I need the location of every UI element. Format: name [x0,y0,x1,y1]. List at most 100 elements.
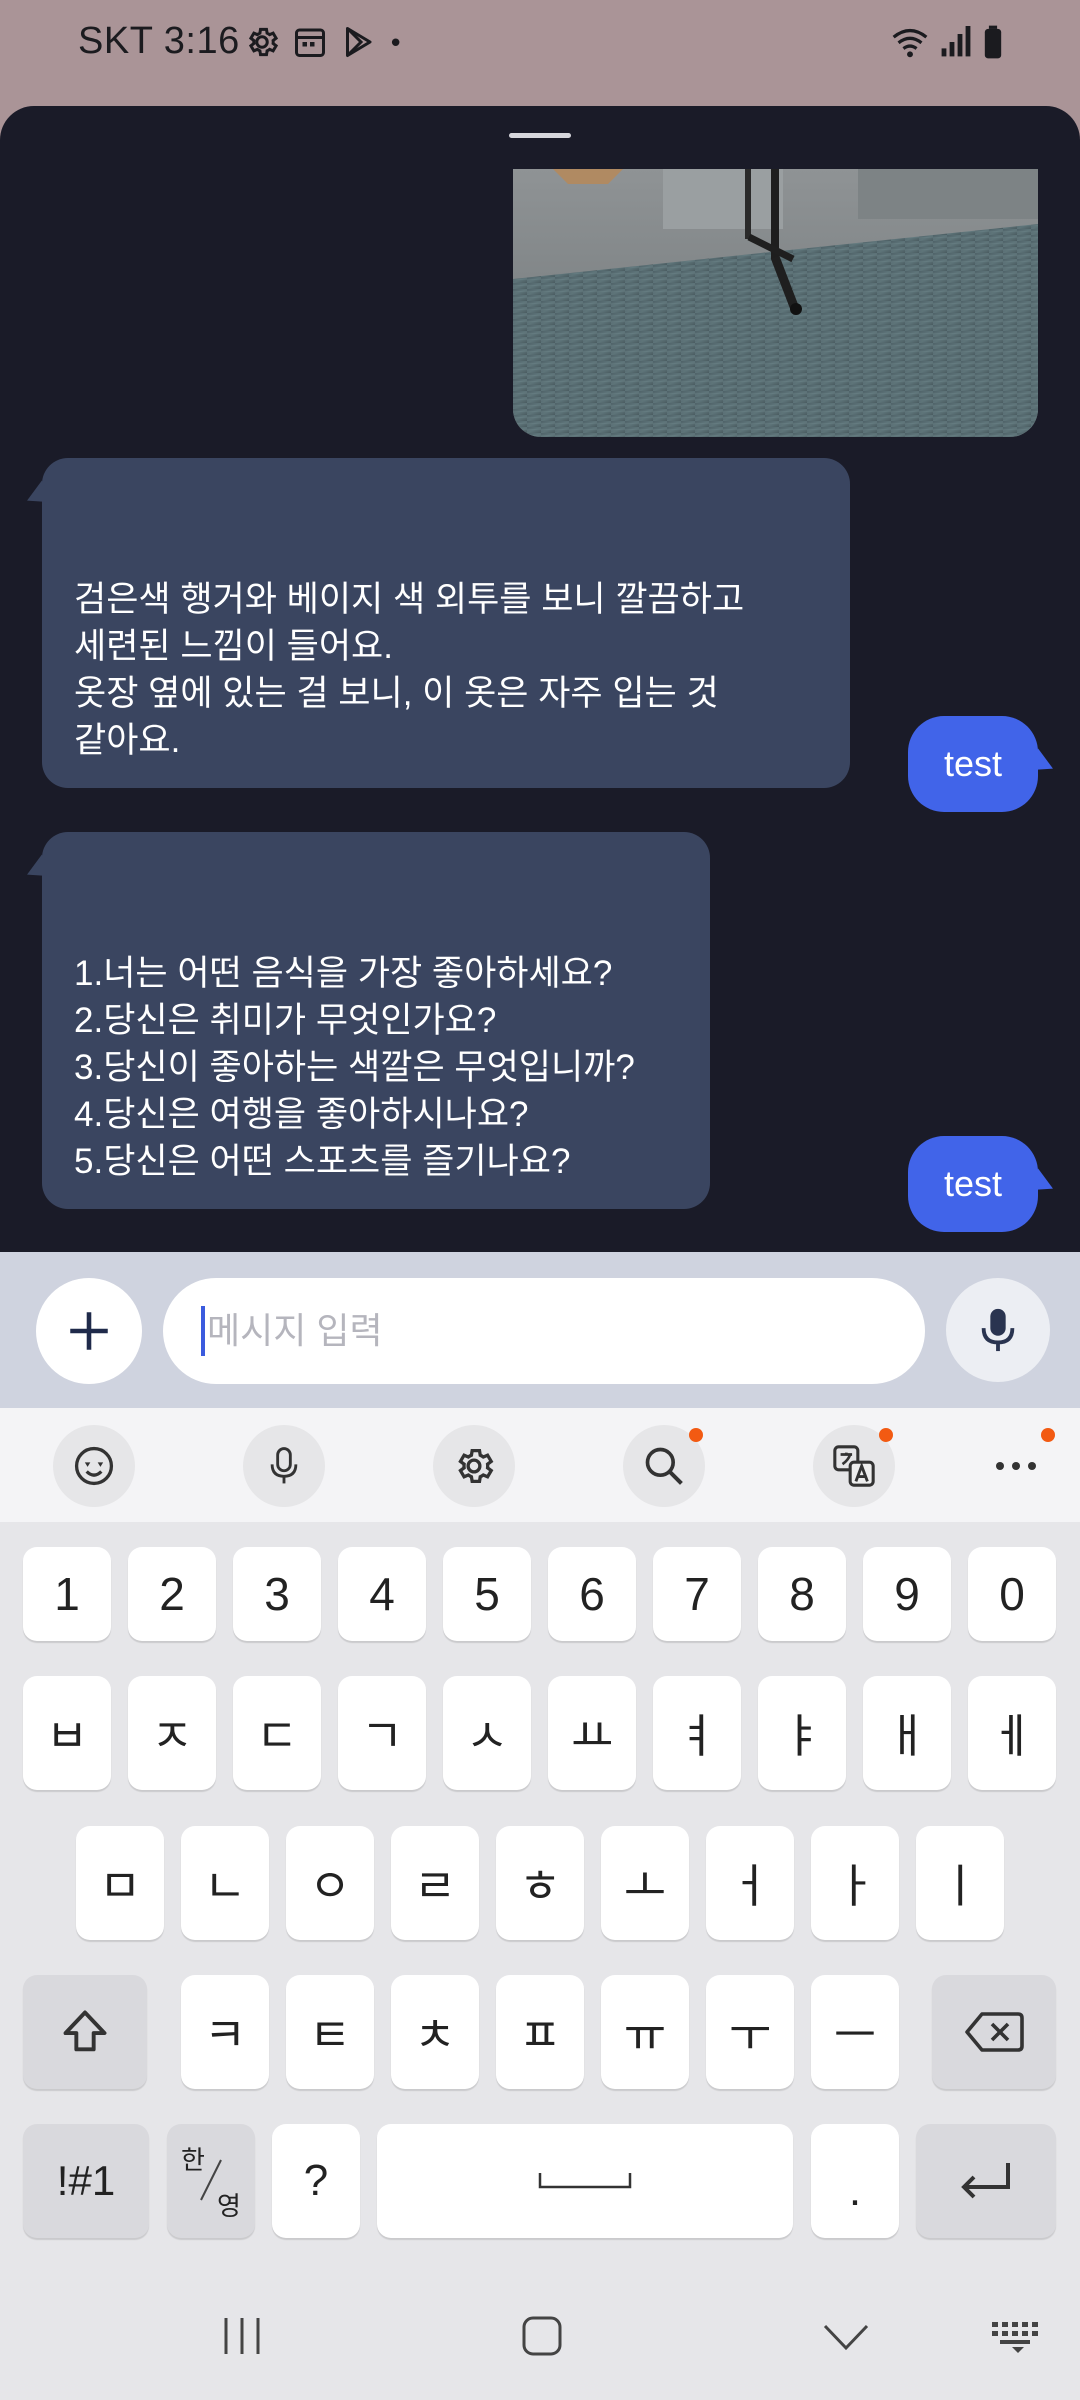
enter-key[interactable] [916,2124,1056,2238]
space-icon [538,2173,632,2189]
key-yo[interactable]: ㅛ [548,1676,636,1790]
navigation-bar [0,2268,1080,2400]
play-store-icon [340,24,376,64]
bubble-tail [1027,1168,1059,1200]
keyboard-settings-button[interactable] [433,1425,515,1507]
calendar-icon [292,24,328,64]
key-0[interactable]: 0 [968,1547,1056,1641]
plus-icon [70,1312,108,1350]
back-chevron-down-icon[interactable] [822,2322,870,2352]
dot-icon: • [388,29,404,59]
key-a[interactable]: ㅏ [811,1826,899,1940]
key-u[interactable]: ㅜ [706,1975,794,2089]
key-digeut[interactable]: ㄷ [233,1676,321,1790]
more-badge [1041,1428,1055,1442]
user-message-text: test [943,743,1003,784]
emoji-sticker-icon [74,1446,114,1486]
bubble-tail [21,854,53,886]
key-yu[interactable]: ㅠ [601,1975,689,2089]
bot-message-text: 1.너는 어떤 음식을 가장 좋아하세요? 2.당신은 취미가 무엇인가요? 3… [74,954,635,1181]
key-jieut[interactable]: ㅈ [128,1676,216,1790]
bot-message-text: 검은색 행거와 베이지 색 외투를 보니 깔끔하고 세련된 느낌이 들어요. 옷… [74,580,745,760]
key-7[interactable]: 7 [653,1547,741,1641]
key-nieun[interactable]: ㄴ [181,1826,269,1940]
voice-input-button[interactable] [243,1425,325,1507]
keyboard-switch-icon[interactable] [990,2320,1046,2356]
key-3[interactable]: 3 [233,1547,321,1641]
key-6[interactable]: 6 [548,1547,636,1641]
symbols-key[interactable]: !#1 [23,2124,149,2238]
text-cursor [201,1306,205,1356]
status-icons-right [890,24,1004,64]
key-4[interactable]: 4 [338,1547,426,1641]
user-message-text: test [943,1163,1003,1204]
keyboard-toolbar [0,1408,1080,1522]
key-9[interactable]: 9 [863,1547,951,1641]
message-input[interactable] [163,1278,925,1384]
shift-icon [63,2010,107,2052]
recent-apps-icon[interactable] [220,2316,264,2356]
home-icon[interactable] [520,2314,564,2358]
key-rieul[interactable]: ㄹ [391,1826,479,1940]
bot-message: 1.너는 어떤 음식을 가장 좋아하세요? 2.당신은 취미가 무엇인가요? 3… [21,832,710,1209]
key-eu[interactable]: ㅡ [811,1975,899,2089]
settings-icon [458,1448,494,1484]
settings-icon [244,24,280,64]
key-eo[interactable]: ㅓ [706,1826,794,1940]
key-pieup[interactable]: ㅍ [496,1975,584,2089]
question-key[interactable]: ? [272,2124,360,2238]
space-key[interactable] [377,2124,793,2238]
voice-button[interactable] [946,1278,1050,1382]
status-icons-left: • [244,24,403,64]
more-icon [996,1462,1036,1470]
chat-sheet: 검은색 행거와 베이지 색 외투를 보니 깔끔하고 세련된 느낌이 들어요. 옷… [0,106,1080,1252]
key-giyeok[interactable]: ㄱ [338,1676,426,1790]
key-8[interactable]: 8 [758,1547,846,1641]
key-bieup[interactable]: ㅂ [23,1676,111,1790]
enter-icon [961,2163,1010,2199]
language-key-bottom: 영 [217,2191,241,2221]
bubble-tail [21,480,53,512]
translate-badge [879,1428,893,1442]
key-siot[interactable]: ㅅ [443,1676,531,1790]
period-key[interactable]: . [811,2124,899,2238]
key-2[interactable]: 2 [128,1547,216,1641]
microphone-icon [981,1308,1015,1352]
search-badge [689,1428,703,1442]
key-5[interactable]: 5 [443,1547,531,1641]
user-message: test [908,716,1059,812]
signal-icon [940,24,972,64]
voice-input-icon [270,1447,298,1484]
keyboard: 1 2 3 4 5 6 7 8 9 0 ㅂ ㅈ ㄷ ㄱ ㅅ ㅛ ㅕ ㅑ ㅐ ㅔ … [0,1408,1080,2400]
carrier-time: SKT 3:16 [78,20,240,62]
key-e[interactable]: ㅔ [968,1676,1056,1790]
key-kieuk[interactable]: ㅋ [181,1975,269,2089]
key-chieut[interactable]: ㅊ [391,1975,479,2089]
key-ieung[interactable]: ㅇ [286,1826,374,1940]
battery-icon [982,24,1004,64]
key-ya[interactable]: ㅑ [758,1676,846,1790]
bot-message: 검은색 행거와 베이지 색 외투를 보니 깔끔하고 세련된 느낌이 들어요. 옷… [21,458,850,788]
emoji-sticker-button[interactable] [53,1425,135,1507]
shift-key[interactable] [23,1975,147,2089]
user-message: test [908,1136,1059,1232]
shared-photo[interactable] [513,169,1038,437]
key-tieut[interactable]: ㅌ [286,1975,374,2089]
backspace-icon [965,2012,1024,2052]
key-ae[interactable]: ㅐ [863,1676,951,1790]
key-hieut[interactable]: ㅎ [496,1826,584,1940]
attach-button[interactable] [36,1278,142,1384]
key-yeo[interactable]: ㅕ [653,1676,741,1790]
key-o[interactable]: ㅗ [601,1826,689,1940]
bubble-tail [1027,748,1059,780]
key-i[interactable]: ㅣ [916,1826,1004,1940]
language-key[interactable]: 한 영 [167,2124,255,2238]
status-bar: SKT 3:16 • [0,0,1080,90]
wifi-icon [890,24,930,64]
drag-handle[interactable] [509,133,571,138]
key-mieum[interactable]: ㅁ [76,1826,164,1940]
key-1[interactable]: 1 [23,1547,111,1641]
translate-icon [833,1445,875,1487]
backspace-key[interactable] [932,1975,1056,2089]
search-icon [645,1447,683,1485]
